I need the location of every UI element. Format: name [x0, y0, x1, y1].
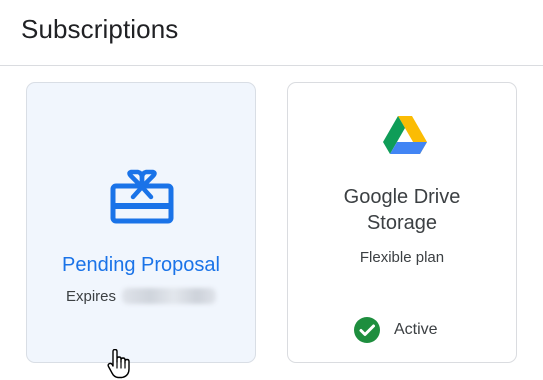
drive-title-line2: Storage — [366, 212, 438, 234]
google-drive-icon — [383, 116, 427, 154]
expires-label: Expires — [65, 288, 117, 305]
page-title: Subscriptions — [21, 14, 179, 44]
pending-proposal-title[interactable]: Pending Proposal — [27, 254, 255, 277]
page-header: Subscriptions — [0, 0, 543, 66]
gift-card-icon — [110, 169, 174, 224]
plan-label: Flexible plan — [359, 249, 445, 266]
pending-proposal-card[interactable]: Pending Proposal Expires — [26, 82, 256, 363]
hand-cursor-icon — [107, 349, 130, 379]
status-row: Active — [354, 317, 438, 343]
status-badge: Active — [394, 321, 438, 338]
expires-date-redacted — [122, 288, 217, 304]
check-circle-icon — [354, 317, 380, 343]
drive-card-title: Google Drive Storage — [288, 184, 516, 236]
drive-title-line1: Google Drive — [343, 186, 461, 208]
google-drive-storage-card[interactable]: Google Drive Storage Flexible plan Activ… — [287, 82, 517, 363]
expires-row: Expires — [27, 288, 255, 305]
